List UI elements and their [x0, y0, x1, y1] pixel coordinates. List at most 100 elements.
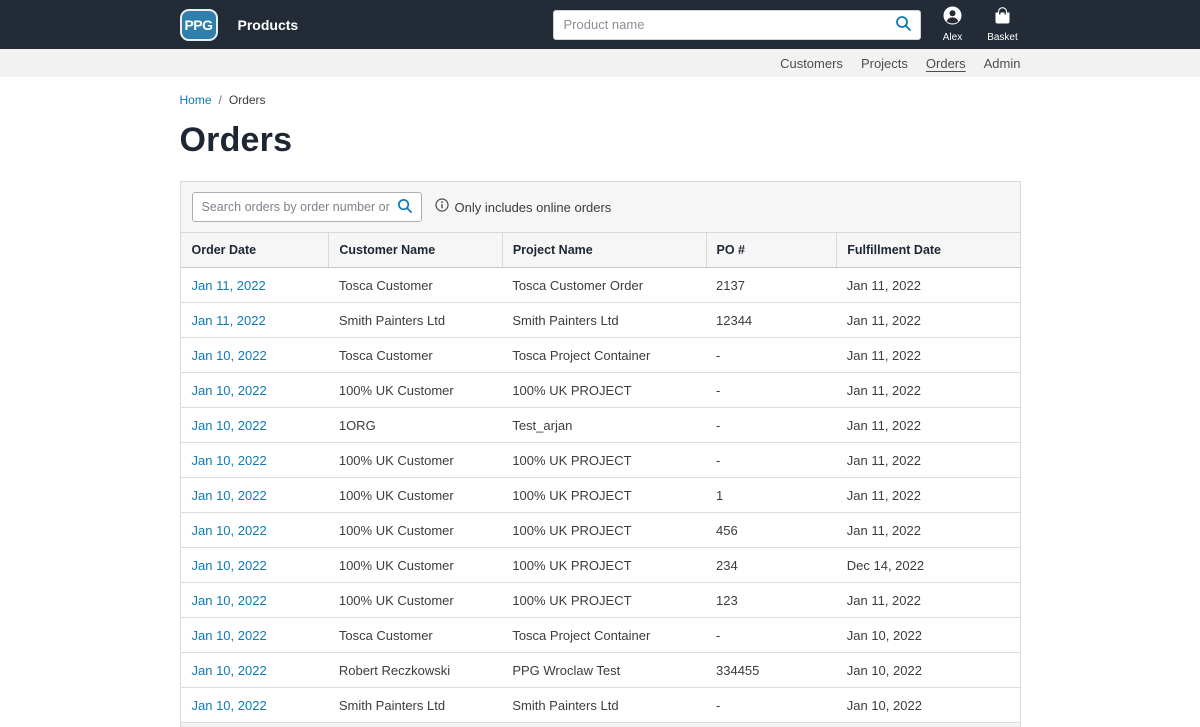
project-name-cell: Important initiative — [502, 722, 706, 727]
orders-search — [191, 192, 422, 222]
orders-toolbar: Only includes online orders — [181, 182, 1020, 232]
customer-name-cell: 100% UK Customer — [328, 547, 503, 583]
product-search-button[interactable] — [893, 14, 915, 36]
order-date-link[interactable]: Jan 11, 2022 — [192, 313, 266, 328]
order-date-link[interactable]: Jan 10, 2022 — [192, 628, 267, 643]
fulfillment-date-cell: Jan 11, 2022 — [836, 267, 1020, 303]
column-header: Customer Name — [328, 232, 503, 268]
user-account-button[interactable]: Alex — [935, 6, 971, 43]
basket-icon — [993, 6, 1012, 30]
table-row: Jan 10, 2022 Tosca Customer Tosca Project … — [180, 337, 1020, 373]
fulfillment-date-cell: Jan 11, 2022 — [836, 512, 1020, 548]
column-header: Project Name — [502, 232, 707, 268]
nav-link-projects[interactable]: Projects — [861, 56, 908, 71]
orders-table-header: Order Date Customer Name Project Name PO # F… — [180, 232, 1020, 268]
project-name-cell: Tosca Project Container — [502, 337, 706, 373]
project-name-cell: Tosca Customer Order — [502, 267, 706, 303]
po-number-cell: 2137 — [706, 267, 837, 303]
project-name-cell: Test_arjan — [502, 407, 706, 443]
fulfillment-date-cell: Jan 11, 2022 — [836, 442, 1020, 478]
po-number-cell: - — [706, 617, 837, 653]
table-row: Jan 11, 2022 Tosca Customer Tosca Customer… — [180, 267, 1020, 303]
project-name-cell: Smith Painters Ltd — [502, 687, 706, 723]
user-label: Alex — [942, 32, 963, 43]
po-number-cell: #Free_Britney — [706, 722, 837, 727]
table-row: Jan 10, 2022 1ORG Test_arjan - Jan 11, 2022 — [180, 407, 1020, 443]
order-date-link[interactable]: Jan 10, 2022 — [192, 418, 267, 433]
customer-name-cell: Warehouse — [328, 722, 503, 727]
project-name-cell: 100% UK PROJECT — [502, 372, 706, 408]
orders-search-button[interactable] — [394, 196, 416, 218]
breadcrumb-home-link[interactable]: Home — [180, 93, 212, 107]
products-nav-label[interactable]: Products — [238, 17, 299, 33]
breadcrumb: Home / Orders — [180, 93, 1021, 107]
nav-link-admin[interactable]: Admin — [984, 56, 1021, 71]
app-header: PPG Products Product name Alex Basket — [0, 0, 1200, 49]
order-date-cell: Jan 10, 2022 — [180, 512, 329, 548]
customer-name-cell: Robert Reczkowski — [328, 652, 503, 688]
fulfillment-date-cell: Dec 14, 2022 — [836, 547, 1020, 583]
customer-name-cell: 100% UK Customer — [328, 442, 503, 478]
orders-card: Only includes online orders Order DateCu… — [179, 181, 1021, 727]
search-icon — [895, 15, 912, 35]
customer-name-cell: Tosca Customer — [328, 617, 503, 653]
ppg-logo[interactable]: PPG — [179, 8, 218, 41]
top-nav: Customers Projects Orders Admin — [180, 56, 1021, 71]
customer-name-cell: Smith Painters Ltd — [328, 302, 503, 338]
po-number-cell: 123 — [706, 582, 837, 618]
fulfillment-date-cell: Jan 11, 2022 — [836, 302, 1020, 338]
project-name-cell: 100% UK PROJECT — [502, 547, 706, 583]
order-date-link[interactable]: Jan 10, 2022 — [192, 558, 267, 573]
project-name-cell: Smith Painters Ltd — [502, 302, 706, 338]
table-row: Jan 10, 2022 Tosca Customer Tosca Project … — [180, 617, 1020, 653]
column-header: Fulfillment Date — [836, 232, 1020, 268]
project-name-cell: 100% UK PROJECT — [502, 477, 706, 513]
fulfillment-date-cell: Jan 11, 2022 — [836, 337, 1020, 373]
order-date-link[interactable]: Jan 10, 2022 — [192, 593, 267, 608]
order-date-cell: Jan 10, 2022 — [180, 687, 329, 723]
table-row: Jan 10, 2022 100% UK Customer 100% UK PROJ… — [180, 582, 1020, 618]
online-orders-note: Only includes online orders — [434, 197, 611, 217]
order-date-link[interactable]: Jan 10, 2022 — [192, 663, 267, 678]
main-content: Home / Orders Orders Search orders by or… — [179, 93, 1021, 727]
table-row: Jan 10, 2022 100% UK Customer 100% UK PROJ… — [180, 512, 1020, 548]
fulfillment-date-cell: Jan 11, 2022 — [836, 407, 1020, 443]
fulfillment-date-cell: Jan 10, 2022 — [836, 687, 1020, 723]
customer-name-cell: Tosca Customer — [328, 267, 503, 303]
order-date-cell: Jan 10, 2022 — [180, 722, 329, 727]
project-name-cell: 100% UK PROJECT — [502, 582, 706, 618]
fulfillment-date-cell: Jan 11, 2022 — [836, 372, 1020, 408]
page-title: Orders — [179, 121, 293, 159]
table-row: Jan 10, 2022 100% UK Customer 100% UK PROJ… — [180, 477, 1020, 513]
order-date-link[interactable]: Jan 11, 2022 — [192, 278, 266, 293]
breadcrumb-separator: / — [218, 93, 222, 107]
order-date-link[interactable]: Jan 10, 2022 — [192, 523, 267, 538]
basket-button[interactable]: Basket — [985, 6, 1021, 43]
nav-link-orders[interactable]: Orders — [926, 56, 966, 71]
breadcrumb-current: Orders — [228, 93, 266, 107]
order-date-link[interactable]: Jan 10, 2022 — [192, 488, 267, 503]
table-row: Jan 10, 2022 100% UK Customer 100% UK PROJ… — [180, 442, 1020, 478]
project-name-cell: 100% UK PROJECT — [502, 512, 706, 548]
po-number-cell: - — [706, 372, 837, 408]
table-row: Jan 10, 2022 Smith Painters Ltd Smith Pain… — [180, 687, 1020, 723]
order-date-link[interactable]: Jan 10, 2022 — [192, 383, 267, 398]
order-date-link[interactable]: Jan 10, 2022 — [192, 698, 267, 713]
order-date-cell: Jan 10, 2022 — [180, 372, 329, 408]
order-date-cell: Jan 10, 2022 — [180, 547, 329, 583]
order-date-link[interactable]: Jan 10, 2022 — [192, 453, 267, 468]
user-icon — [943, 6, 962, 30]
nav-link-customers[interactable]: Customers — [780, 56, 843, 71]
product-search-input[interactable] — [552, 9, 921, 40]
order-date-link[interactable]: Jan 10, 2022 — [192, 348, 267, 363]
orders-search-input[interactable] — [191, 192, 422, 222]
column-header: PO # — [706, 232, 838, 268]
po-number-cell: 1 — [706, 477, 837, 513]
table-row: Jan 10, 2022WarehouseImportant initiativ… — [180, 722, 1020, 727]
order-date-cell: Jan 10, 2022 — [180, 337, 329, 373]
order-date-cell: Jan 10, 2022 — [180, 652, 329, 688]
customer-name-cell: 1ORG — [328, 407, 503, 443]
customer-name-cell: 100% UK Customer — [328, 477, 503, 513]
product-search — [552, 9, 921, 40]
customer-name-cell: 100% UK Customer — [328, 582, 503, 618]
